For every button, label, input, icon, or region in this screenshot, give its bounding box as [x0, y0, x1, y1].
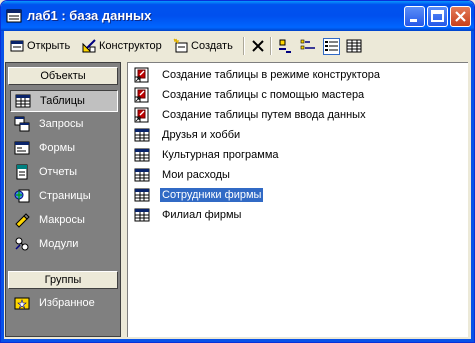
- shortcut-icon: [134, 67, 149, 83]
- delete-button[interactable]: [250, 35, 266, 57]
- small-icons-icon: [300, 39, 315, 50]
- list-item-create-data-entry[interactable]: Создание таблицы путем ввода данных: [134, 106, 368, 124]
- list-view-icon: [323, 37, 340, 55]
- table-icon: [134, 208, 150, 222]
- minimize-icon: [410, 19, 417, 22]
- list-item-label: Создание таблицы в режиме конструктора: [162, 69, 380, 81]
- list-view-button[interactable]: [323, 35, 340, 57]
- macro-icon: [15, 213, 30, 228]
- nav-item-forms[interactable]: Формы: [10, 137, 118, 159]
- nav-item-label: Модули: [39, 238, 79, 250]
- large-icons-icon: [279, 39, 291, 53]
- nav-item-label: Формы: [39, 142, 76, 154]
- delete-icon: [252, 40, 264, 52]
- favorites-icon: [14, 297, 30, 310]
- details-view-button[interactable]: [346, 35, 362, 57]
- object-list: Создание таблицы в режиме конструктора С…: [127, 62, 468, 337]
- list-item-label: Друзья и хобби: [162, 129, 241, 141]
- list-item-table[interactable]: Культурная программа: [134, 146, 281, 164]
- list-item-table-selected[interactable]: Сотрудники фирмы: [134, 186, 264, 204]
- groups-group-header[interactable]: Группы: [8, 271, 118, 289]
- minimize-button[interactable]: [404, 6, 425, 27]
- create-button[interactable]: Создать: [173, 35, 233, 57]
- details-view-icon: [346, 39, 362, 53]
- create-icon: [173, 38, 188, 53]
- toolbar-separator: [243, 37, 245, 55]
- table-icon: [134, 168, 150, 182]
- list-item-table[interactable]: Друзья и хобби: [134, 126, 242, 144]
- module-icon: [15, 237, 29, 251]
- open-icon: [10, 40, 24, 52]
- nav-item-label: Страницы: [39, 190, 91, 202]
- nav-item-macros[interactable]: Макросы: [10, 209, 118, 231]
- nav-item-reports[interactable]: Отчеты: [10, 161, 118, 183]
- form-icon: [14, 141, 30, 155]
- list-item-label: Сотрудники фирмы: [160, 188, 264, 202]
- page-icon: [14, 189, 30, 203]
- list-item-label: Мои расходы: [162, 169, 230, 181]
- list-item-label: Создание таблицы путем ввода данных: [162, 109, 366, 121]
- table-icon: [15, 94, 31, 108]
- nav-item-queries[interactable]: Запросы: [10, 113, 118, 135]
- toolbar: Открыть Конструктор Создать: [4, 32, 471, 60]
- table-icon: [134, 148, 150, 162]
- maximize-button[interactable]: [427, 6, 448, 27]
- title-bar[interactable]: лаб1 : база данных: [1, 1, 474, 31]
- objects-group-header[interactable]: Объекты: [8, 67, 118, 85]
- nav-item-pages[interactable]: Страницы: [10, 185, 118, 207]
- list-item-create-wizard[interactable]: Создание таблицы с помощью мастера: [134, 86, 366, 104]
- nav-item-label: Таблицы: [40, 95, 85, 107]
- shortcut-icon: [134, 107, 149, 123]
- list-item-label: Культурная программа: [162, 149, 279, 161]
- design-label: Конструктор: [99, 40, 162, 52]
- toolbar-separator: [270, 37, 272, 55]
- create-label: Создать: [191, 40, 233, 52]
- nav-item-modules[interactable]: Модули: [10, 233, 118, 255]
- small-icons-button[interactable]: [300, 35, 316, 57]
- list-item-create-design[interactable]: Создание таблицы в режиме конструктора: [134, 66, 382, 84]
- objects-bar: Объекты Таблицы Запросы Формы Отчеты Стр…: [5, 62, 121, 337]
- table-icon: [134, 128, 150, 142]
- window-border-bottom: [1, 339, 474, 342]
- nav-item-label: Макросы: [39, 214, 85, 226]
- nav-item-favorites[interactable]: Избранное: [10, 292, 118, 314]
- list-item-label: Создание таблицы с помощью мастера: [162, 89, 365, 101]
- list-item-table[interactable]: Мои расходы: [134, 166, 232, 184]
- table-icon: [134, 188, 150, 202]
- large-icons-button[interactable]: [277, 35, 293, 57]
- database-window: лаб1 : база данных Открыть Конструктор С…: [0, 0, 475, 343]
- list-item-table[interactable]: Филиал фирмы: [134, 206, 243, 224]
- design-button[interactable]: Конструктор: [81, 35, 162, 57]
- open-label: Открыть: [27, 40, 71, 52]
- window-border-right: [471, 31, 474, 342]
- window-border-left: [1, 31, 4, 342]
- list-item-label: Филиал фирмы: [162, 209, 242, 221]
- nav-item-label: Запросы: [39, 118, 84, 130]
- nav-item-label: Отчеты: [39, 166, 78, 178]
- open-button[interactable]: Открыть: [9, 35, 70, 57]
- close-icon: [455, 11, 466, 22]
- query-icon: [14, 116, 30, 132]
- nav-item-label: Избранное: [39, 297, 95, 309]
- database-window-icon[interactable]: [6, 8, 22, 24]
- close-button[interactable]: [450, 6, 471, 27]
- report-icon: [16, 164, 28, 180]
- nav-item-tables[interactable]: Таблицы: [10, 90, 118, 112]
- maximize-icon: [431, 10, 444, 22]
- shortcut-icon: [134, 87, 149, 103]
- design-icon: [82, 39, 96, 53]
- window-title: лаб1 : база данных: [27, 8, 152, 23]
